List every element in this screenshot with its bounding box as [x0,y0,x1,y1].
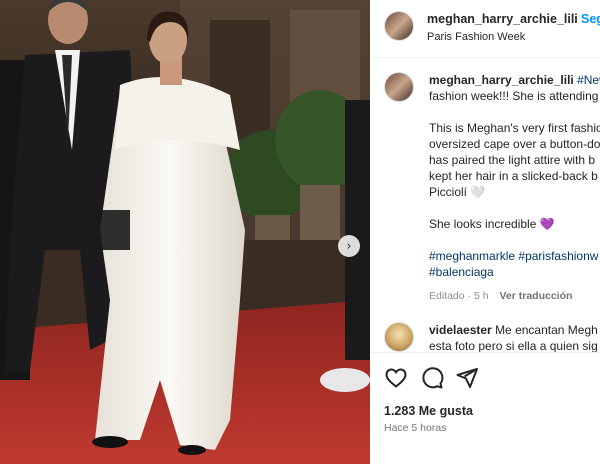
caption-line: fashion week!!! She is attending [429,89,599,103]
caption-line: She looks incredible [429,217,537,231]
author-avatar[interactable] [384,11,414,41]
photo-illustration [0,0,370,464]
caption-line: has paired the light attire with b [429,153,596,167]
commenter-username[interactable]: videlaester [429,323,492,337]
purple-heart-emoji: 💜 [539,217,555,231]
heart-icon[interactable] [384,366,408,390]
hashtag-link[interactable]: #New [577,73,600,87]
post-photo[interactable]: › [0,0,370,464]
post-location[interactable]: Paris Fashion Week [427,31,525,43]
commenter-avatar[interactable] [384,322,414,352]
caption-line: Picciolí [429,185,468,199]
caption-meta: Editado · 5 h Ver traducción [429,288,600,304]
paper-plane-icon[interactable] [455,366,479,390]
caption-line: oversized cape over a button-do [429,137,600,151]
chevron-right-icon: › [346,238,352,254]
caption-line: kept her hair in a slicked-back b [429,169,598,183]
likes-count[interactable]: 1.283 Me gusta [384,404,473,418]
caption-username[interactable]: meghan_harry_archie_lili [429,73,574,87]
hashtag-link[interactable]: #meghanmarkle [429,249,515,263]
post-details-panel: meghan_harry_archie_lili Seg Paris Fashi… [370,0,600,464]
hashtag-link[interactable]: #balenciaga [429,265,494,279]
caption-line: This is Meghan's very first fashio [429,121,600,135]
caption-section: meghan_harry_archie_lili #New fashion we… [370,58,600,352]
caption-text: meghan_harry_archie_lili #New fashion we… [429,72,600,304]
caption-avatar[interactable] [384,72,414,102]
comment-body: Me encantan Megh [495,323,598,337]
edited-timestamp: Editado · 5 h [429,290,489,302]
next-image-button[interactable]: › [338,235,360,257]
comment-icon[interactable] [420,366,444,390]
translate-button[interactable]: Ver traducción [499,290,572,302]
post-header: meghan_harry_archie_lili Seg Paris Fashi… [370,0,600,58]
hashtag-link[interactable]: #parisfashionw [518,249,598,263]
post-time[interactable]: Hace 5 horas [384,422,446,434]
author-username[interactable]: meghan_harry_archie_lili [427,12,578,26]
actions-bar: 1.283 Me gusta Hace 5 horas [370,352,600,464]
follow-button[interactable]: Seg [581,12,600,26]
comment-text: videlaester Me encantan Megh esta foto p… [429,322,598,352]
white-heart-emoji: 🤍 [470,185,486,199]
comment-body-line2: esta foto pero si ella a quien sig [429,339,598,352]
